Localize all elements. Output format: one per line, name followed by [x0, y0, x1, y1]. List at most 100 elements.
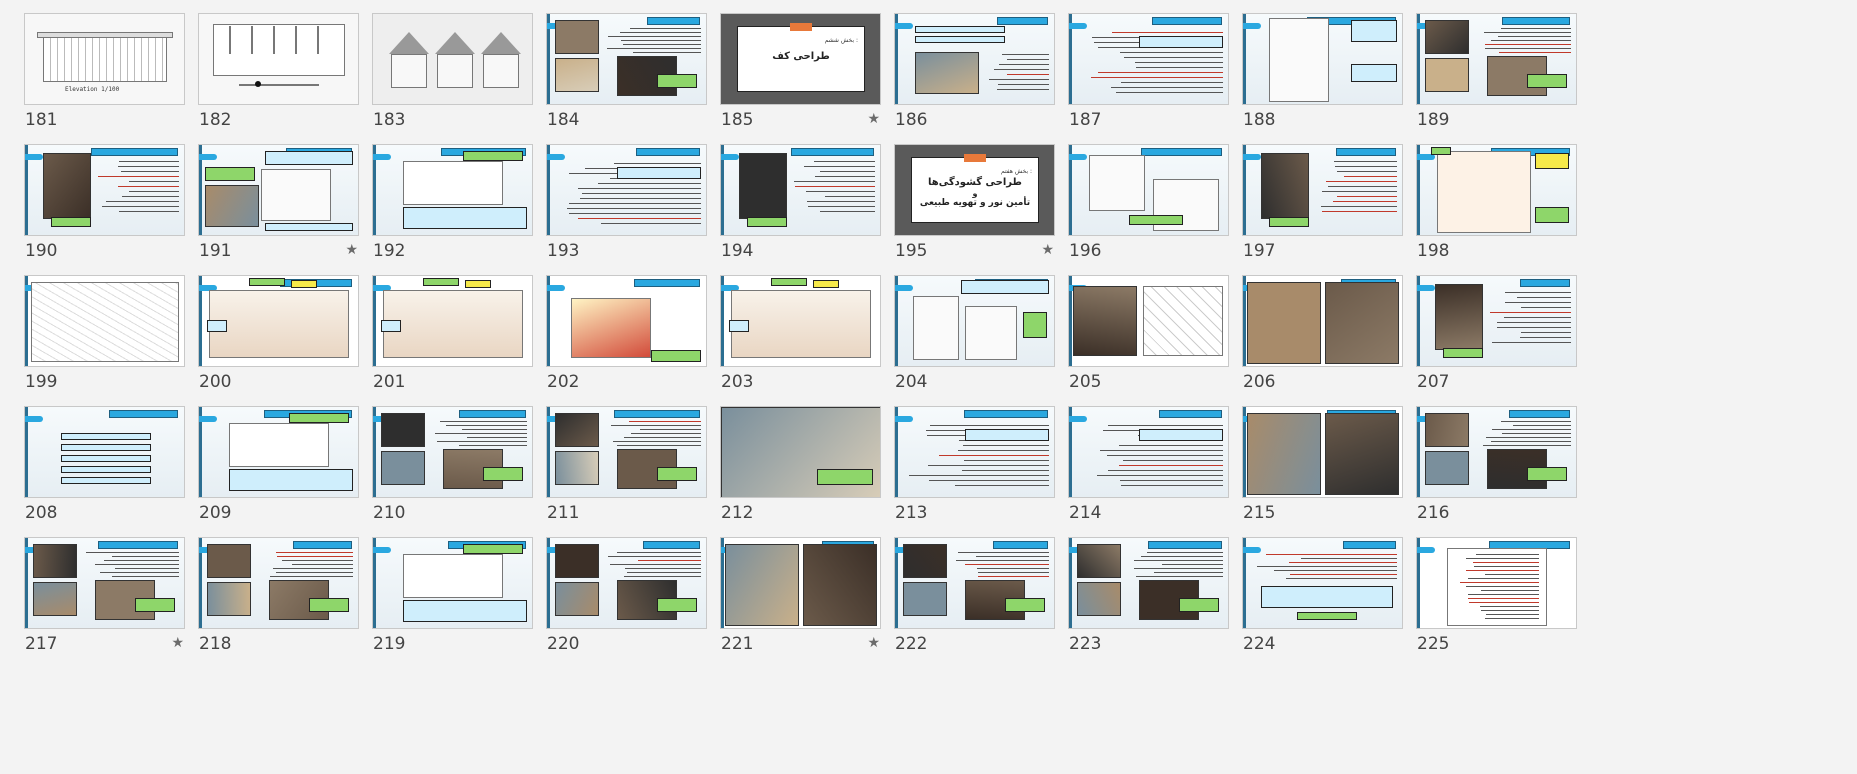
text-line: [813, 161, 875, 162]
green-callout: [817, 469, 873, 485]
slide-thumbnail-cell[interactable]: 183: [372, 0, 534, 140]
slide-thumbnail[interactable]: [1068, 275, 1229, 367]
slide-thumbnail-cell[interactable]: بخش ششم : طراحی کف 185 ★: [720, 0, 882, 140]
slide-thumbnail[interactable]: [1416, 275, 1577, 367]
slide-thumbnail-cell[interactable]: 223: [1068, 524, 1230, 664]
slide-thumbnail[interactable]: [894, 13, 1055, 105]
slide-thumbnail-cell[interactable]: 202: [546, 262, 708, 402]
slide-thumbnail[interactable]: [546, 144, 707, 236]
slide-thumbnail-cell[interactable]: 212: [720, 393, 882, 533]
slide-transition-icon[interactable]: ★: [867, 111, 880, 127]
slide-thumbnail[interactable]: [720, 275, 881, 367]
slide-transition-icon[interactable]: ★: [345, 242, 358, 258]
slide-thumbnail-cell[interactable]: 198: [1416, 131, 1578, 271]
slide-thumbnail[interactable]: [24, 406, 185, 498]
slide-thumbnail-cell[interactable]: 182: [198, 0, 360, 140]
slide-thumbnail[interactable]: [24, 537, 185, 629]
slide-thumbnail[interactable]: [1416, 406, 1577, 498]
slide-thumbnail-cell[interactable]: 217 ★: [24, 524, 186, 664]
slide-thumbnail[interactable]: [372, 537, 533, 629]
slide-thumbnail-cell[interactable]: 214: [1068, 393, 1230, 533]
slide-thumbnail-cell[interactable]: Elevation 1/100 181: [24, 0, 186, 140]
slide-thumbnail-cell[interactable]: 224: [1242, 524, 1404, 664]
slide-thumbnail[interactable]: [546, 406, 707, 498]
slide-thumbnail-cell[interactable]: 215: [1242, 393, 1404, 533]
slide-thumbnail-cell[interactable]: 188: [1242, 0, 1404, 140]
slide-thumbnail[interactable]: [198, 537, 359, 629]
slide-thumbnail[interactable]: [198, 406, 359, 498]
slide-transition-icon[interactable]: ★: [1041, 242, 1054, 258]
slide-thumbnail[interactable]: [720, 537, 881, 629]
slide-thumbnail-cell[interactable]: 205: [1068, 262, 1230, 402]
slide-thumbnail[interactable]: [1242, 144, 1403, 236]
slide-thumbnail[interactable]: [24, 275, 185, 367]
slide-transition-icon[interactable]: ★: [867, 635, 880, 651]
slide-thumbnail-cell[interactable]: 222: [894, 524, 1056, 664]
slide-thumbnail-cell[interactable]: 186: [894, 0, 1056, 140]
slide-thumbnail-cell[interactable]: 200: [198, 262, 360, 402]
slide-thumbnail[interactable]: [198, 144, 359, 236]
slide-thumbnail[interactable]: [372, 13, 533, 105]
slide-thumbnail-cell[interactable]: 221 ★: [720, 524, 882, 664]
slide-thumbnail-cell[interactable]: 213: [894, 393, 1056, 533]
slide-thumbnail[interactable]: [198, 275, 359, 367]
slide-thumbnail[interactable]: [1242, 537, 1403, 629]
slide-thumbnail-cell[interactable]: 220: [546, 524, 708, 664]
slide-thumbnail-cell[interactable]: 218: [198, 524, 360, 664]
slide-thumbnail[interactable]: [1068, 13, 1229, 105]
slide-thumbnail[interactable]: [372, 275, 533, 367]
slide-thumbnail-cell[interactable]: 194: [720, 131, 882, 271]
slide-thumbnail[interactable]: [1068, 537, 1229, 629]
slide-thumbnail-cell[interactable]: 184: [546, 0, 708, 140]
slide-thumbnail[interactable]: [546, 537, 707, 629]
slide-thumbnail[interactable]: [372, 144, 533, 236]
slide-thumbnail[interactable]: [1242, 275, 1403, 367]
slide-thumbnail[interactable]: [894, 275, 1055, 367]
text-line: [568, 203, 701, 204]
slide-thumbnail-cell[interactable]: 187: [1068, 0, 1230, 140]
slide-thumbnail-cell[interactable]: 191 ★: [198, 131, 360, 271]
text-line: [119, 161, 179, 162]
slide-thumbnail[interactable]: [894, 406, 1055, 498]
slide-thumbnail[interactable]: [720, 406, 881, 498]
slide-thumbnail[interactable]: بخش هفتم : طراحی گشودگی‌ها و تأمین نور و ته…: [894, 144, 1055, 236]
slide-thumbnail-cell[interactable]: 209: [198, 393, 360, 533]
text-line: [624, 437, 701, 438]
slide-thumbnail-cell[interactable]: 201: [372, 262, 534, 402]
slide-thumbnail-cell[interactable]: 211: [546, 393, 708, 533]
slide-thumbnail[interactable]: [24, 144, 185, 236]
slide-thumbnail-cell[interactable]: 193: [546, 131, 708, 271]
slide-thumbnail-cell[interactable]: 199: [24, 262, 186, 402]
slide-thumbnail[interactable]: [720, 144, 881, 236]
slide-thumbnail-cell[interactable]: 192: [372, 131, 534, 271]
slide-thumbnail[interactable]: [1068, 144, 1229, 236]
slide-thumbnail[interactable]: [198, 13, 359, 105]
slide-thumbnail[interactable]: Elevation 1/100: [24, 13, 185, 105]
slide-thumbnail[interactable]: [1416, 144, 1577, 236]
slide-thumbnail-cell[interactable]: 219: [372, 524, 534, 664]
slide-thumbnail-cell[interactable]: 190: [24, 131, 186, 271]
slide-thumbnail-cell[interactable]: 225: [1416, 524, 1578, 664]
slide-thumbnail-cell[interactable]: بخش هفتم : طراحی گشودگی‌ها و تأمین نور و ته…: [894, 131, 1056, 271]
slide-thumbnail-cell[interactable]: 204: [894, 262, 1056, 402]
slide-thumbnail[interactable]: [1242, 13, 1403, 105]
slide-thumbnail-cell[interactable]: 196: [1068, 131, 1230, 271]
slide-thumbnail-cell[interactable]: 203: [720, 262, 882, 402]
slide-transition-icon[interactable]: ★: [171, 635, 184, 651]
slide-thumbnail[interactable]: [546, 275, 707, 367]
slide-thumbnail[interactable]: [1068, 406, 1229, 498]
slide-thumbnail-cell[interactable]: 206: [1242, 262, 1404, 402]
slide-thumbnail[interactable]: [1416, 13, 1577, 105]
slide-thumbnail[interactable]: [546, 13, 707, 105]
slide-thumbnail-cell[interactable]: 207: [1416, 262, 1578, 402]
slide-thumbnail-cell[interactable]: 197: [1242, 131, 1404, 271]
slide-thumbnail[interactable]: [372, 406, 533, 498]
slide-thumbnail[interactable]: [1242, 406, 1403, 498]
slide-thumbnail[interactable]: [894, 537, 1055, 629]
slide-thumbnail[interactable]: بخش ششم : طراحی کف: [720, 13, 881, 105]
slide-thumbnail-cell[interactable]: 208: [24, 393, 186, 533]
slide-thumbnail-cell[interactable]: 210: [372, 393, 534, 533]
slide-thumbnail-cell[interactable]: 216: [1416, 393, 1578, 533]
slide-thumbnail-cell[interactable]: 189: [1416, 0, 1578, 140]
slide-thumbnail[interactable]: [1416, 537, 1577, 629]
